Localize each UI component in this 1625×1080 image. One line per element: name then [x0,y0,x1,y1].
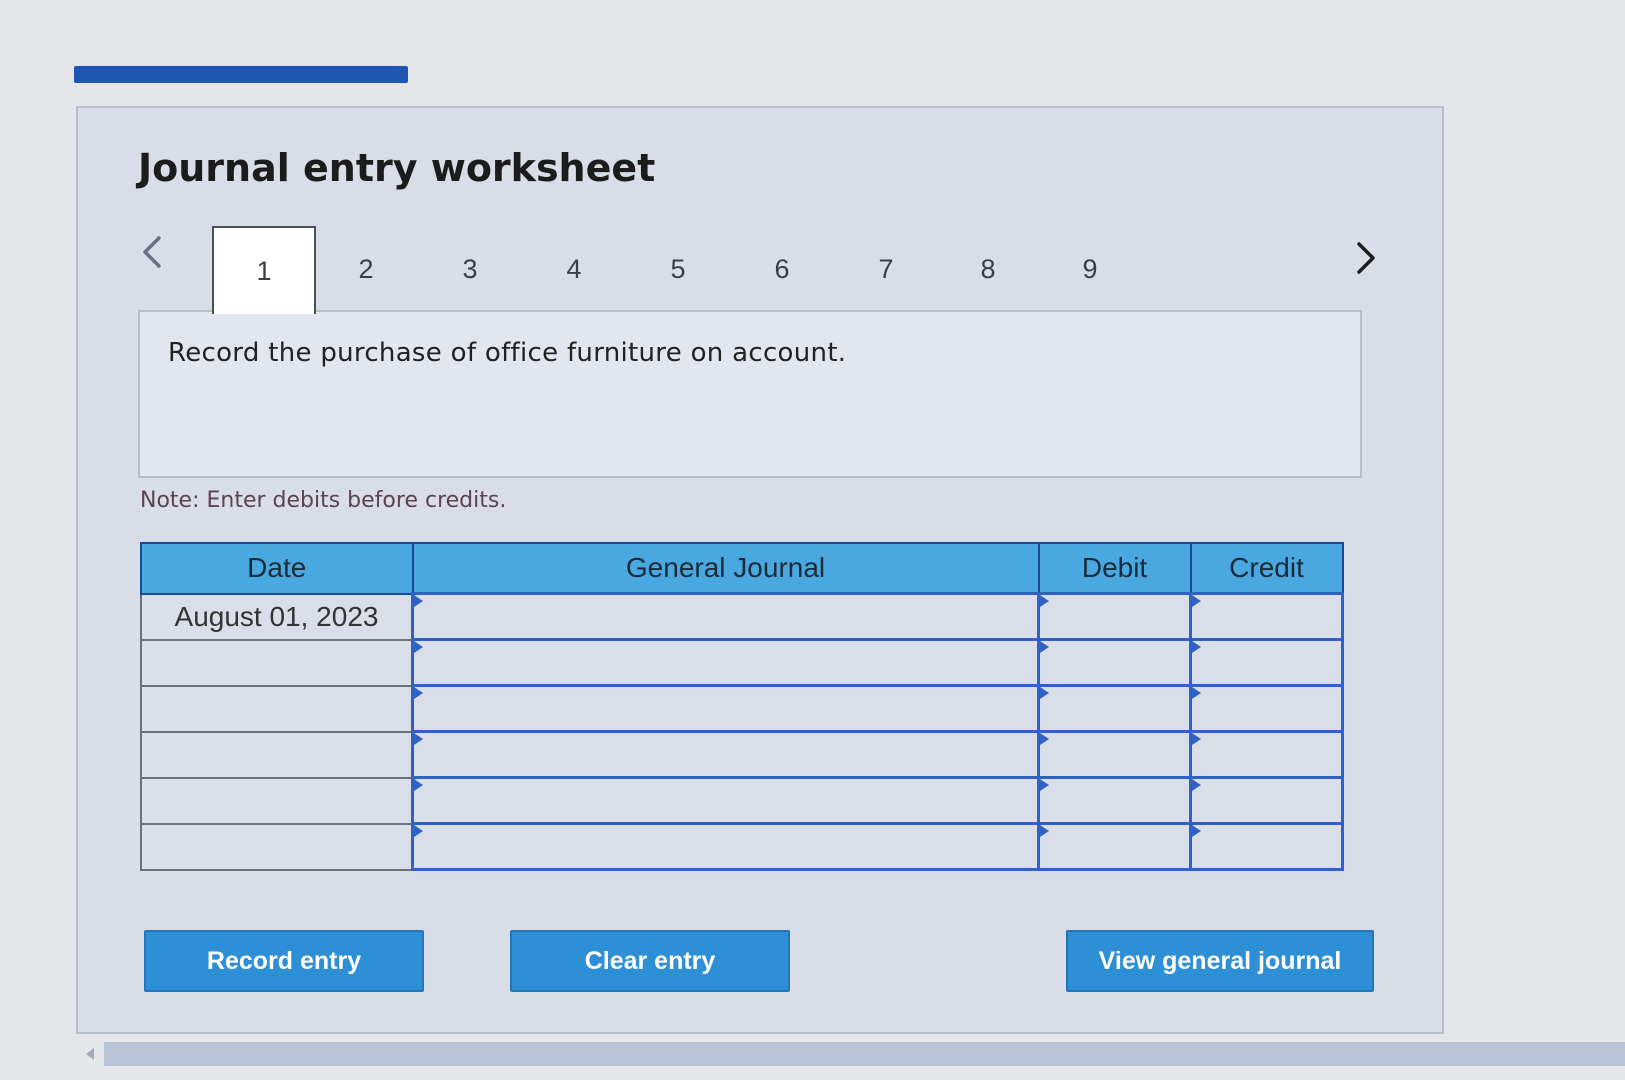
table-row [140,684,1344,733]
progress-bar [74,66,408,83]
debit-cell[interactable] [1037,592,1193,641]
cell-marker-icon [1040,687,1050,699]
debit-input[interactable] [1040,825,1190,868]
cell-marker-icon [414,825,423,837]
chevron-right-icon[interactable] [1346,234,1386,282]
view-general-journal-button[interactable]: View general journal [1066,930,1374,992]
general-journal-input[interactable] [414,595,1038,638]
question-box: Record the purchase of office furniture … [138,310,1362,478]
cell-marker-icon [1192,595,1202,607]
column-header-general-journal: General Journal [411,542,1040,595]
debit-input[interactable] [1040,733,1190,776]
table-row [140,638,1344,687]
horizontal-scrollbar[interactable] [104,1042,1625,1066]
table-row [140,822,1344,871]
column-header-credit: Credit [1189,542,1344,595]
debit-input[interactable] [1040,687,1190,730]
general-journal-input[interactable] [414,733,1038,776]
tab-7[interactable]: 7 [834,226,938,312]
chevron-left-icon[interactable] [132,228,172,276]
tab-2[interactable]: 2 [314,226,418,312]
journal-table: Date General Journal Debit Credit August… [140,542,1344,871]
question-text: Record the purchase of office furniture … [168,338,847,368]
date-cell [140,776,414,825]
debit-cell[interactable] [1037,730,1193,779]
cell-marker-icon [1192,825,1202,837]
cell-marker-icon [1192,733,1202,745]
page-title: Journal entry worksheet [138,146,656,190]
debit-cell[interactable] [1037,638,1193,687]
record-entry-button[interactable]: Record entry [144,930,424,992]
credit-cell[interactable] [1189,822,1344,871]
debit-cell[interactable] [1037,776,1193,825]
debit-input[interactable] [1040,641,1190,684]
date-cell [140,684,414,733]
debit-cell[interactable] [1037,822,1193,871]
credit-input[interactable] [1192,825,1341,868]
credit-input[interactable] [1192,733,1341,776]
credit-input[interactable] [1192,641,1341,684]
cell-marker-icon [1192,641,1202,653]
debit-input[interactable] [1040,595,1190,638]
column-header-debit: Debit [1037,542,1192,595]
cell-marker-icon [1040,641,1050,653]
general-journal-input[interactable] [414,687,1038,730]
column-header-date: Date [140,542,414,595]
tab-8[interactable]: 8 [936,226,1040,312]
table-row [140,776,1344,825]
credit-input[interactable] [1192,779,1341,822]
cell-marker-icon [1040,779,1050,791]
table-header-row: Date General Journal Debit Credit [140,542,1344,595]
cell-marker-icon [1040,595,1050,607]
general-journal-cell[interactable] [410,822,1041,871]
credit-cell[interactable] [1189,592,1344,641]
general-journal-input[interactable] [414,825,1038,868]
credit-cell[interactable] [1189,730,1344,779]
cell-marker-icon [414,641,423,653]
journal-worksheet-panel: Journal entry worksheet 1 2 3 4 5 6 7 8 … [76,106,1444,1034]
cell-marker-icon [414,779,423,791]
date-cell: August 01, 2023 [140,592,414,641]
credit-input[interactable] [1192,595,1341,638]
cell-marker-icon [1192,687,1202,699]
general-journal-cell[interactable] [410,684,1041,733]
cell-marker-icon [1040,733,1050,745]
cell-marker-icon [1040,825,1050,837]
general-journal-cell[interactable] [410,592,1041,641]
tab-4[interactable]: 4 [522,226,626,312]
table-row [140,730,1344,779]
step-tabs: 1 2 3 4 5 6 7 8 9 [212,226,1112,314]
cell-marker-icon [414,595,423,607]
cell-marker-icon [1192,779,1202,791]
date-cell [140,730,414,779]
date-cell [140,638,414,687]
date-cell [140,822,414,871]
note-text: Note: Enter debits before credits. [140,488,507,513]
general-journal-input[interactable] [414,641,1038,684]
tab-1[interactable]: 1 [212,226,316,314]
debit-cell[interactable] [1037,684,1193,733]
tab-5[interactable]: 5 [626,226,730,312]
credit-input[interactable] [1192,687,1341,730]
debit-input[interactable] [1040,779,1190,822]
scroll-left-icon[interactable] [80,1044,100,1064]
tab-3[interactable]: 3 [418,226,522,312]
general-journal-input[interactable] [414,779,1038,822]
general-journal-cell[interactable] [410,638,1041,687]
clear-entry-button[interactable]: Clear entry [510,930,790,992]
general-journal-cell[interactable] [410,776,1041,825]
credit-cell[interactable] [1189,684,1344,733]
table-row: August 01, 2023 [140,592,1344,641]
tab-6[interactable]: 6 [730,226,834,312]
credit-cell[interactable] [1189,776,1344,825]
cell-marker-icon [414,733,423,745]
cell-marker-icon [414,687,423,699]
tab-9[interactable]: 9 [1038,226,1142,312]
general-journal-cell[interactable] [410,730,1041,779]
credit-cell[interactable] [1189,638,1344,687]
